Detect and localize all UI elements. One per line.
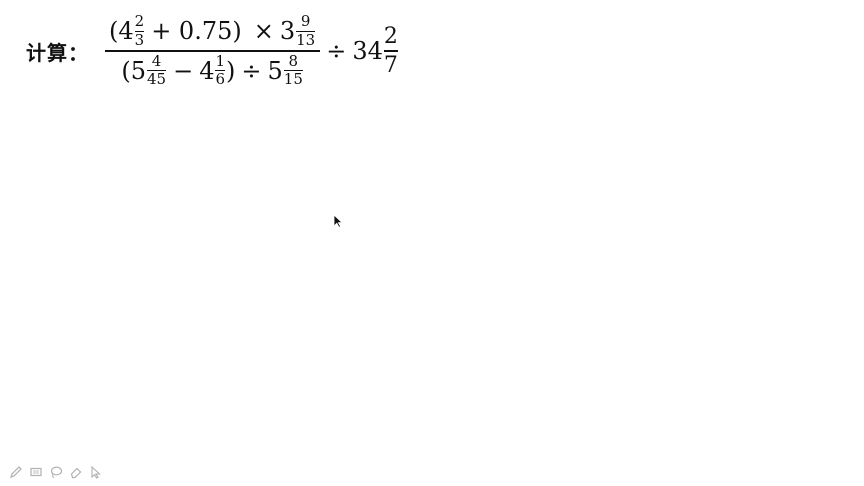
eraser-icon[interactable] xyxy=(68,464,83,479)
num-three: 3 xyxy=(279,17,296,46)
frac-numerator: 4 xyxy=(151,51,162,70)
den-frac-4-45: 4 45 xyxy=(146,51,167,89)
frac-numerator: 2 xyxy=(134,12,145,30)
den-minus: − xyxy=(173,56,194,85)
mouse-cursor-icon xyxy=(333,214,343,228)
math-problem: 计算： (4 2 3 + 0.75) × 3 9 13 (5 4 45 − 4 … xyxy=(26,6,398,96)
main-denominator: (5 4 45 − 4 1 6 ) ÷ 5 8 15 xyxy=(117,52,308,90)
pen-icon[interactable] xyxy=(8,464,23,479)
frac-numerator: 1 xyxy=(215,51,226,70)
den-frac-8-15: 8 15 xyxy=(283,51,303,89)
frac-2-7: 2 7 xyxy=(383,24,398,78)
annotation-toolbar xyxy=(8,464,103,479)
frac-numerator: 9 xyxy=(300,12,311,30)
frac-denominator: 3 xyxy=(134,30,145,49)
frac-denominator: 15 xyxy=(283,70,303,89)
frac-denominator: 45 xyxy=(146,70,167,89)
whole-34: 34 xyxy=(352,37,383,65)
num-times: × xyxy=(253,17,274,46)
num-frac-9-13: 9 13 xyxy=(296,12,316,49)
outer-divide: ÷ xyxy=(326,37,347,65)
main-numerator: (4 2 3 + 0.75) × 3 9 13 xyxy=(105,12,320,50)
pointer-icon[interactable] xyxy=(88,464,103,479)
den-frac-1-6: 1 6 xyxy=(215,51,226,89)
math-expression: (4 2 3 + 0.75) × 3 9 13 (5 4 45 − 4 1 6 … xyxy=(105,12,398,90)
den-four: 4 xyxy=(199,56,215,85)
frac-numerator: 8 xyxy=(288,51,299,70)
den-five: 5 xyxy=(267,56,283,85)
den-close: ) xyxy=(226,56,236,85)
main-fraction: (4 2 3 + 0.75) × 3 9 13 (5 4 45 − 4 1 6 … xyxy=(105,12,321,90)
num-plus: + 0.75) xyxy=(151,17,242,46)
den-divide: ÷ xyxy=(241,56,262,85)
frac-denominator: 6 xyxy=(215,70,226,89)
rectangle-icon[interactable] xyxy=(28,464,43,479)
num-frac-2-3: 2 3 xyxy=(134,12,145,49)
problem-prompt: 计算： xyxy=(26,40,89,65)
frac-bar xyxy=(383,50,398,52)
lasso-icon[interactable] xyxy=(48,464,63,479)
frac-denominator: 7 xyxy=(383,52,398,78)
frac-numerator: 2 xyxy=(383,24,398,50)
den-open: (5 xyxy=(121,56,146,85)
frac-denominator: 13 xyxy=(296,30,316,49)
num-open: (4 xyxy=(109,17,134,46)
